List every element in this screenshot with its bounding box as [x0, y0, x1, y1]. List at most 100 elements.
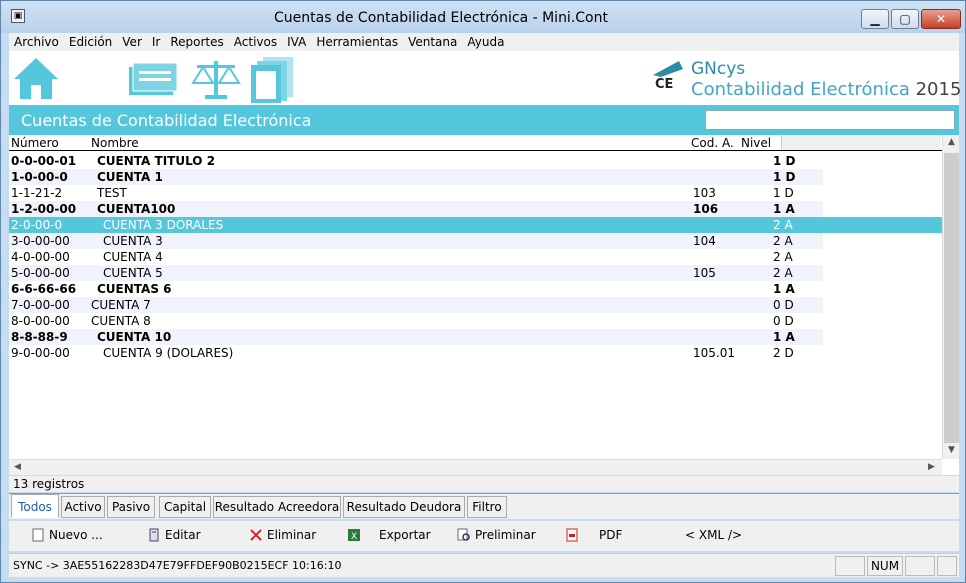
tab-resultado-deudora[interactable]: Resultado Deudora [343, 496, 465, 518]
cell-nivel: 1 D [773, 170, 796, 184]
documents-icon[interactable] [249, 55, 297, 105]
tab-resultado-acreedora[interactable]: Resultado Acreedora [213, 496, 341, 518]
menu-iva[interactable]: IVA [282, 33, 311, 51]
cell-nivel: 1 A [773, 282, 795, 296]
menu-herramientas[interactable]: Herramientas [311, 33, 403, 51]
cell-numero: 1-2-00-00 [11, 202, 77, 216]
cell-nombre: CUENTA 9 (DOLARES) [103, 346, 234, 360]
main-window: ▣ Cuentas de Contabilidad Electrónica - … [0, 0, 966, 583]
table-row[interactable]: 7-0-00-00 CUENTA 7 0 D [9, 297, 823, 313]
table-row[interactable]: 4-0-00-00 CUENTA 4 2 A [9, 249, 823, 265]
menu-archivo[interactable]: Archivo [9, 33, 64, 51]
column-header-numero[interactable]: Número [11, 136, 59, 150]
cell-cod: 106 [693, 202, 719, 216]
resize-grip[interactable] [937, 556, 957, 576]
menu-ventana[interactable]: Ventana [403, 33, 462, 51]
edit-button[interactable]: Editar [147, 528, 201, 542]
table-row[interactable]: 1-0-00-0 CUENTA 1 1 D [9, 169, 823, 185]
cell-numero: 7-0-00-00 [11, 298, 70, 312]
cell-numero: 4-0-00-00 [11, 250, 70, 264]
balance-scale-icon[interactable] [189, 55, 243, 101]
search-input[interactable] [705, 110, 955, 130]
tab-filtro[interactable]: Filtro [467, 496, 507, 518]
export-button[interactable]: X Exportar [347, 528, 431, 542]
maximize-button[interactable]: ▢ [891, 9, 919, 29]
cell-nombre: CUENTA 5 [103, 266, 163, 280]
cell-nombre: CUENTA 3 [103, 234, 163, 248]
scroll-up-icon[interactable]: ▲ [943, 137, 960, 147]
menu-ver[interactable]: Ver [117, 33, 147, 51]
table-row[interactable]: 5-0-00-00 CUENTA 5 105 2 A [9, 265, 823, 281]
cell-nombre: TEST [97, 186, 127, 200]
xml-button[interactable]: < XML /> [685, 528, 742, 542]
export-button-label: Exportar [379, 528, 431, 542]
table-row[interactable]: 9-0-00-00 CUENTA 9 (DOLARES) 105.01 2 D [9, 345, 823, 361]
table-row[interactable]: 2-0-00-0 CUENTA 3 DORALES 2 A [9, 217, 942, 233]
menu-ayuda[interactable]: Ayuda [462, 33, 509, 51]
cell-cod: 103 [693, 186, 716, 200]
window-title: Cuentas de Contabilidad Electrónica - Mi… [274, 10, 608, 26]
cell-nivel: 2 A [773, 250, 793, 264]
minimize-button[interactable]: ▁ [861, 9, 889, 29]
column-header-filler [781, 135, 941, 150]
title-bar[interactable]: ▣ Cuentas de Contabilidad Electrónica - … [1, 1, 965, 33]
status-pane-empty-2 [905, 556, 935, 576]
cell-nombre: CUENTA 8 [91, 314, 151, 328]
status-bar: SYNC -> 3AE55162283D47E79FFDEF90B0215ECF… [9, 553, 959, 577]
table-row[interactable]: 1-1-21-2 TEST 103 1 D [9, 185, 823, 201]
table-row[interactable]: 6-6-66-66 CUENTAS 6 1 A [9, 281, 823, 297]
preview-button-label: Preliminar [475, 528, 536, 542]
menu-edicion[interactable]: Edición [64, 33, 117, 51]
close-button[interactable]: ✕ [921, 9, 961, 29]
scrollbar-thumb[interactable] [944, 153, 959, 443]
table-row[interactable]: 0-0-00-01 CUENTA TITULO 2 1 D [9, 153, 823, 169]
home-icon[interactable] [11, 55, 61, 101]
table-row[interactable]: 8-0-00-00 CUENTA 8 0 D [9, 313, 823, 329]
new-document-icon [32, 528, 44, 542]
preview-button[interactable]: Preliminar [457, 528, 536, 542]
scroll-down-icon[interactable]: ▼ [943, 445, 960, 455]
tab-activo[interactable]: Activo [61, 496, 105, 518]
cell-nivel: 1 D [773, 154, 796, 168]
column-header-cod[interactable]: Cod. A. [691, 136, 734, 150]
menu-activos[interactable]: Activos [229, 33, 282, 51]
cell-nombre: CUENTA 10 [97, 330, 172, 344]
brand-logo: CE GNcys Contabilidad Electrónica 2015 [649, 55, 961, 101]
column-header-nombre[interactable]: Nombre [91, 136, 139, 150]
vertical-scrollbar[interactable]: ▲ ▼ [942, 135, 959, 459]
menu-ir[interactable]: Ir [147, 33, 165, 51]
cell-nivel: 0 D [773, 314, 794, 328]
brand-year: 2015 [915, 79, 962, 100]
scroll-left-icon[interactable]: ◀ [9, 462, 26, 472]
cell-nombre: CUENTA 4 [103, 250, 163, 264]
cell-nivel: 1 A [773, 202, 795, 216]
table-row[interactable]: 3-0-00-00 CUENTA 3 104 2 A [9, 233, 823, 249]
delete-button[interactable]: Eliminar [249, 528, 316, 542]
column-header-nivel[interactable]: Nivel [741, 136, 771, 150]
cell-nivel: 2 D [773, 346, 794, 360]
cell-nivel: 1 A [773, 330, 795, 344]
brand-subtitle-text: Contabilidad Electrónica [691, 79, 910, 100]
new-button[interactable]: Nuevo ... [31, 528, 103, 542]
pdf-button[interactable]: PDF [565, 528, 622, 542]
menu-reportes[interactable]: Reportes [165, 33, 228, 51]
horizontal-scrollbar[interactable]: ◀ ▶ [9, 459, 942, 475]
delete-x-icon [250, 529, 262, 541]
sync-status: SYNC -> 3AE55162283D47E79FFDEF90B0215ECF… [13, 559, 342, 572]
scroll-right-icon[interactable]: ▶ [923, 462, 940, 472]
tab-todos[interactable]: Todos [11, 494, 59, 518]
table-row[interactable]: 8-8-88-9 CUENTA 10 1 A [9, 329, 823, 345]
excel-icon: X [348, 529, 360, 542]
brand-subtitle: Contabilidad Electrónica 2015 [691, 79, 961, 100]
cell-numero: 8-0-00-00 [11, 314, 70, 328]
cell-numero: 0-0-00-01 [11, 154, 77, 168]
ledger-icon[interactable] [127, 55, 179, 101]
tab-pasivo[interactable]: Pasivo [107, 496, 155, 518]
cell-nombre: CUENTAS 6 [97, 282, 172, 296]
cell-numero: 3-0-00-00 [11, 234, 70, 248]
table-row[interactable]: 1-2-00-00 CUENTA100 106 1 A [9, 201, 823, 217]
tab-capital[interactable]: Capital [159, 496, 211, 518]
section-banner: Cuentas de Contabilidad Electrónica [9, 105, 959, 135]
record-count: 13 registros [9, 476, 959, 492]
pdf-button-label: PDF [599, 528, 623, 542]
